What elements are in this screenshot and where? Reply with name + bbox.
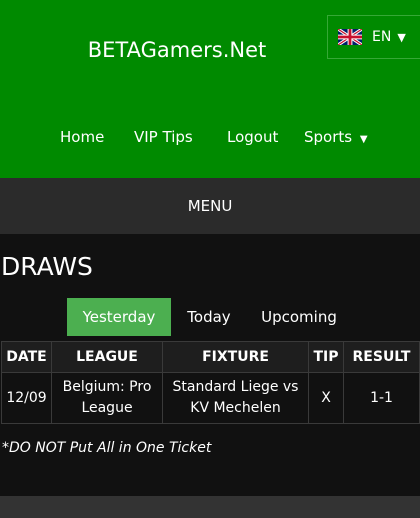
nav-home[interactable]: Home xyxy=(60,128,104,146)
tab-today[interactable]: Today xyxy=(171,298,247,336)
language-code: EN xyxy=(372,29,392,45)
cell-fixture: Standard Liege vs KV Mechelen xyxy=(162,372,309,424)
table-header-row: DATE LEAGUE FIXTURE TIP RESULT xyxy=(1,341,420,373)
nav-logout[interactable]: Logout xyxy=(227,128,278,146)
column-header-league: LEAGUE xyxy=(51,341,163,373)
column-header-result: RESULT xyxy=(343,341,420,373)
chevron-down-icon: ▼ xyxy=(397,30,406,44)
main-nav: Home VIP Tips Logout Sports ▼ xyxy=(0,128,420,150)
site-title[interactable]: BETAGamers.Net xyxy=(0,38,354,62)
site-header: BETAGamers.Net EN ▼ Home VIP Tips Logout… xyxy=(0,0,420,178)
page-title: DRAWS xyxy=(1,252,93,281)
table-row: 12/09 Belgium: Pro League Standard Liege… xyxy=(1,372,420,424)
nav-sports-label: Sports xyxy=(304,128,353,146)
footer-bar xyxy=(0,496,420,518)
tab-upcoming[interactable]: Upcoming xyxy=(247,298,351,336)
language-selector[interactable]: EN ▼ xyxy=(327,15,420,59)
column-header-date: DATE xyxy=(1,341,52,373)
cell-result: 1-1 xyxy=(343,372,420,424)
cell-date: 12/09 xyxy=(1,372,52,424)
column-header-tip: TIP xyxy=(308,341,344,373)
chevron-down-icon: ▼ xyxy=(359,134,368,145)
cell-league: Belgium: Pro League xyxy=(51,372,163,424)
nav-vip-tips[interactable]: VIP Tips xyxy=(134,128,193,146)
column-header-fixture: FIXTURE xyxy=(162,341,309,373)
tab-yesterday[interactable]: Yesterday xyxy=(67,298,171,336)
nav-sports[interactable]: Sports ▼ xyxy=(304,128,368,146)
menu-toggle[interactable]: MENU xyxy=(0,178,420,234)
uk-flag-icon xyxy=(338,29,362,45)
draws-table: DATE LEAGUE FIXTURE TIP RESULT 12/09 Bel… xyxy=(1,341,420,424)
cell-tip: X xyxy=(308,372,344,424)
disclaimer-note: *DO NOT Put All in One Ticket xyxy=(2,440,212,456)
